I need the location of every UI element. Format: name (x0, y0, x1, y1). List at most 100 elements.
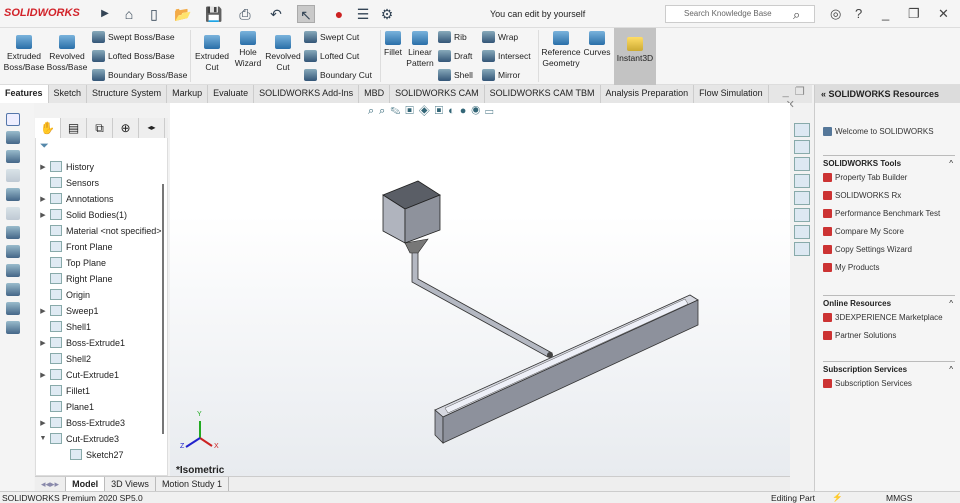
resource-link[interactable]: Property Tab Builder (823, 173, 907, 182)
tree-item[interactable]: Shell1 (36, 321, 91, 332)
tool-icon[interactable] (6, 150, 20, 163)
lofted-boss-button[interactable]: Lofted Boss/Base (92, 50, 175, 62)
tab-scroll-buttons[interactable]: ◂◂▸▸ (35, 477, 67, 491)
tab-analysis-preparation[interactable]: Analysis Preparation (601, 85, 695, 103)
tool-icon[interactable] (6, 245, 20, 258)
resources-home-icon[interactable] (794, 123, 810, 137)
tab-3d-views[interactable]: 3D Views (105, 477, 156, 491)
expand-arrow-icon[interactable]: ▶ (36, 195, 50, 203)
file-properties-icon[interactable]: ☰ (354, 5, 372, 23)
filter-icon[interactable]: ⏷ (40, 140, 49, 153)
linear-pattern-button[interactable]: Linear Pattern (405, 31, 435, 69)
expand-arrow-icon[interactable]: ▶ (36, 163, 50, 171)
search-icon[interactable]: ⌕ (793, 7, 800, 23)
resource-link[interactable]: Performance Benchmark Test (823, 209, 940, 218)
tab-markup[interactable]: Markup (167, 85, 209, 103)
rib-button[interactable]: Rib (438, 31, 467, 43)
resource-link[interactable]: Compare My Score (823, 227, 904, 236)
mirror-button[interactable]: Mirror (482, 69, 520, 81)
tree-item[interactable]: ▶ Solid Bodies(1) (36, 209, 127, 220)
restore-icon[interactable]: ❐ (908, 6, 920, 22)
undo-icon[interactable]: ↶ (267, 5, 285, 23)
custom-properties-icon[interactable] (794, 208, 810, 222)
tool-icon[interactable] (6, 207, 20, 220)
close-icon[interactable]: ✕ (938, 6, 949, 22)
new-file-icon[interactable]: ▯ (145, 5, 163, 23)
tab-mbd[interactable]: MBD (359, 85, 391, 103)
doc-window-controls[interactable]: _ ❐ ✕ (783, 85, 812, 111)
print-icon[interactable]: ⎙ (236, 5, 254, 23)
resource-link[interactable]: Partner Solutions (823, 331, 896, 340)
open-file-icon[interactable]: 📂 (174, 5, 192, 23)
shell-button[interactable]: Shell (438, 69, 473, 81)
tab-scroll-arrows-icon[interactable]: ◂▸ (139, 118, 165, 138)
configuration-manager-tab-icon[interactable]: ⧉ (87, 118, 113, 138)
tool-icon[interactable] (6, 302, 20, 315)
help-icon[interactable]: ? (855, 6, 862, 21)
rebuild-icon[interactable]: ● (330, 5, 348, 23)
expand-arrow-icon[interactable]: ▶ (36, 211, 50, 219)
appearances-icon[interactable] (794, 191, 810, 205)
part-model[interactable] (170, 103, 790, 476)
file-explorer-icon[interactable] (794, 157, 810, 171)
tree-item[interactable]: Material <not specified> (36, 225, 162, 236)
draft-button[interactable]: Draft (438, 50, 472, 62)
tool-icon[interactable] (6, 169, 20, 182)
expand-arrow-icon[interactable]: ▶ (36, 419, 50, 427)
resource-section-header[interactable]: SOLIDWORKS Tools ^ (823, 155, 955, 168)
tree-item[interactable]: Sketch27 (56, 449, 124, 460)
tab-addins[interactable]: SOLIDWORKS Add-Ins (254, 85, 360, 103)
expand-arrow-icon[interactable]: ▶ (36, 339, 50, 347)
tab-sketch[interactable]: Sketch (49, 85, 88, 103)
welcome-link[interactable]: Welcome to SOLIDWORKS (823, 127, 934, 136)
lofted-cut-button[interactable]: Lofted Cut (304, 50, 359, 62)
tab-flow-simulation[interactable]: Flow Simulation (694, 85, 769, 103)
revolved-cut-button[interactable]: Revolved Cut (264, 35, 302, 73)
boundary-cut-button[interactable]: Boundary Cut (304, 69, 372, 81)
tree-item[interactable]: ▼ Cut-Extrude3 (36, 433, 119, 444)
expand-arrow-icon[interactable]: ▶ (36, 307, 50, 315)
resource-link[interactable]: Copy Settings Wizard (823, 245, 912, 254)
tree-item[interactable]: ▶ Boss-Extrude3 (36, 417, 125, 428)
menu-expand-icon[interactable]: ▶ (96, 5, 114, 23)
3d-icon[interactable] (6, 113, 20, 126)
tool-icon[interactable] (6, 226, 20, 239)
tree-item[interactable]: Fillet1 (36, 385, 90, 396)
user-icon[interactable]: ◎ (830, 6, 841, 22)
select-icon[interactable]: ↖ (297, 5, 315, 23)
tab-evaluate[interactable]: Evaluate (208, 85, 255, 103)
tree-item[interactable]: Plane1 (36, 401, 94, 412)
solidworks-forum-icon[interactable] (794, 225, 810, 239)
options-gear-icon[interactable]: ⚙ (378, 5, 396, 23)
tool-icon[interactable] (6, 321, 20, 334)
chat-icon[interactable] (794, 242, 810, 256)
graphics-area[interactable]: ⌕⌕✎▣◈▣◐●◉▭ Y X Z *Isometric (170, 103, 790, 476)
tab-cam[interactable]: SOLIDWORKS CAM (390, 85, 485, 103)
property-manager-tab-icon[interactable]: ▤ (61, 118, 87, 138)
swept-boss-button[interactable]: Swept Boss/Base (92, 31, 175, 43)
extruded-cut-button[interactable]: Extruded Cut (192, 35, 232, 73)
intersect-button[interactable]: Intersect (482, 50, 531, 62)
tool-icon[interactable] (6, 283, 20, 296)
tree-item[interactable]: ▶ Cut-Extrude1 (36, 369, 119, 380)
minimize-icon[interactable]: _ (882, 6, 889, 21)
tree-item[interactable]: Right Plane (36, 273, 113, 284)
rebuild-status-icon[interactable]: ⚡ (832, 492, 843, 503)
curves-button[interactable]: Curves (582, 31, 612, 58)
extruded-boss-button[interactable]: Extruded Boss/Base (3, 35, 45, 73)
view-palette-icon[interactable] (794, 174, 810, 188)
hole-wizard-button[interactable]: Hole Wizard (232, 31, 264, 69)
tab-model[interactable]: Model (66, 477, 106, 491)
expand-arrow-icon[interactable]: ▼ (36, 435, 50, 442)
resource-section-header[interactable]: Subscription Services ^ (823, 361, 955, 374)
resource-link[interactable]: Subscription Services (823, 379, 912, 388)
tree-item[interactable]: ▶ Boss-Extrude1 (36, 337, 125, 348)
feature-manager-tab-icon[interactable]: ✋ (35, 118, 61, 138)
tree-item[interactable]: ▶ History (36, 161, 94, 172)
tree-scrollbar[interactable] (162, 184, 164, 434)
resource-link[interactable]: My Products (823, 263, 879, 272)
tree-item[interactable]: Sensors (36, 177, 99, 188)
expand-arrow-icon[interactable]: ▶ (36, 371, 50, 379)
revolved-boss-button[interactable]: Revolved Boss/Base (46, 35, 88, 73)
tool-icon[interactable] (6, 264, 20, 277)
